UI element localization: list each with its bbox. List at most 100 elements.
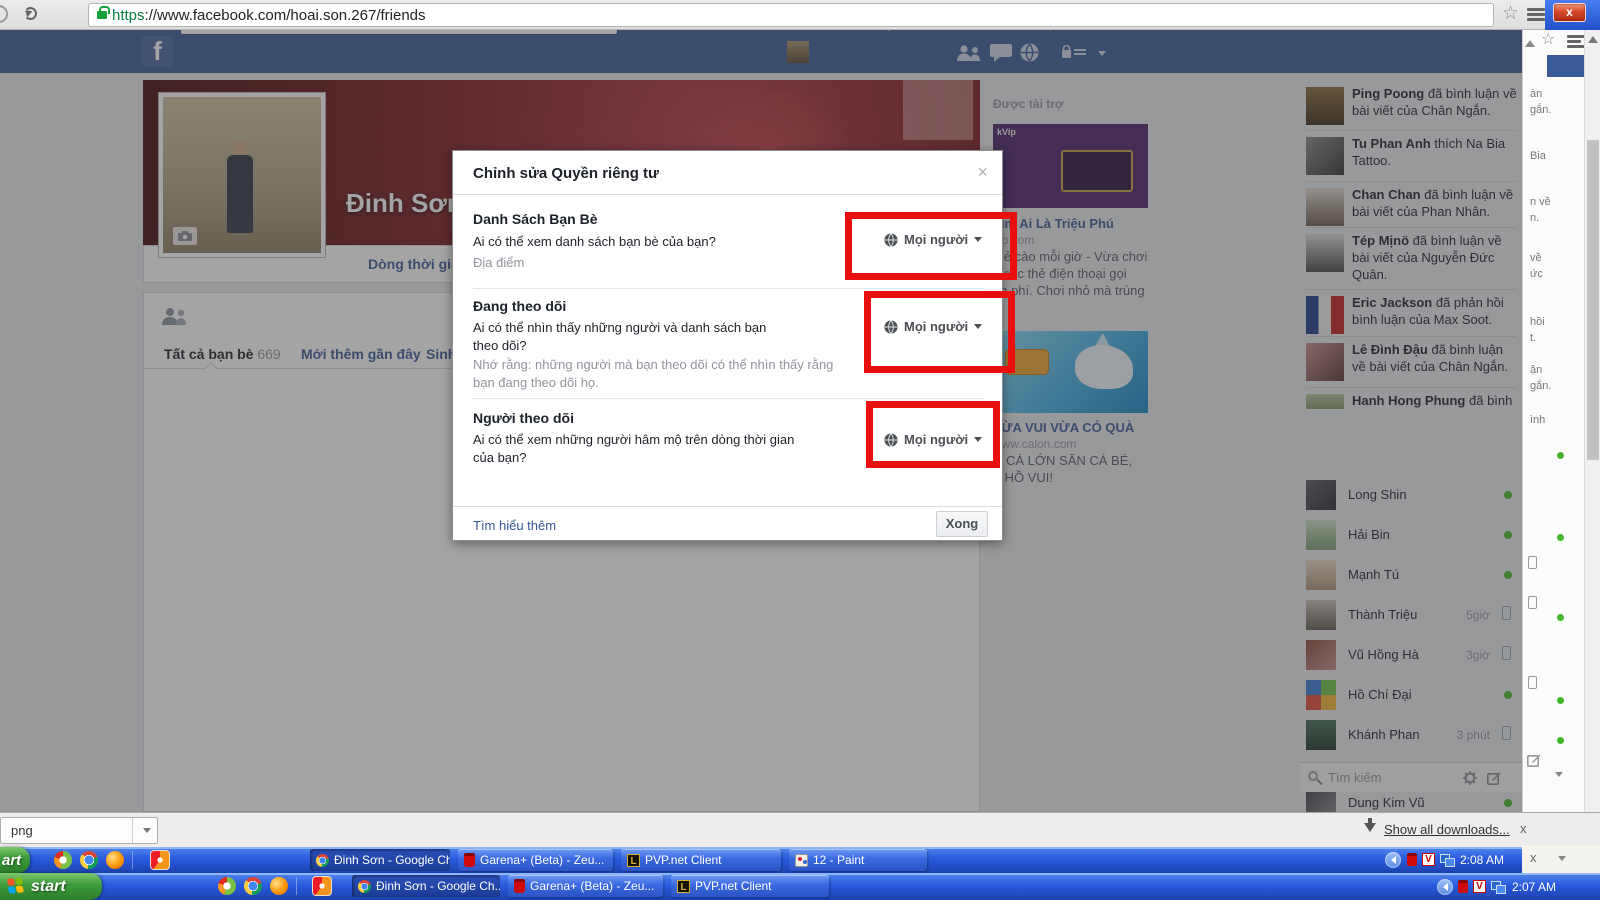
taskbar-task[interactable]: Garena+ (Beta) - Zeu...	[508, 875, 663, 897]
mobile-icon	[1528, 556, 1537, 569]
close-icon[interactable]: ×	[977, 162, 988, 183]
chrome-icon	[316, 854, 329, 867]
navbar-fragment	[1547, 55, 1585, 77]
browser-toolbar: https://www.facebook.com/hoai.son.267/fr…	[0, 0, 1600, 30]
learn-more-link[interactable]: Tìm hiểu thêm	[473, 518, 556, 533]
annotation-rectangle	[866, 401, 1000, 468]
download-item[interactable]: png	[0, 817, 158, 844]
setting-question: Ai có thể xem danh sách bạn bè của bạn?	[473, 234, 716, 249]
tray-network-icon[interactable]	[1491, 881, 1505, 892]
windows-logo-icon	[7, 877, 26, 896]
tray-v-icon[interactable]: V	[1473, 880, 1486, 893]
divider	[473, 398, 984, 399]
url-bar[interactable]: https://www.facebook.com/hoai.son.267/fr…	[88, 3, 1494, 27]
show-all-downloads-link[interactable]: Show all downloads...	[1384, 822, 1510, 837]
online-dot	[1557, 737, 1564, 744]
setting-heading: Người theo dõi	[473, 410, 574, 426]
scroll-up-icon	[1525, 40, 1535, 47]
lock-icon	[97, 11, 107, 19]
done-button[interactable]: Xong	[936, 511, 988, 537]
clock: 2:08 AM	[1460, 853, 1504, 867]
taskbar-task[interactable]: LPVP.net Client	[671, 875, 829, 897]
modal-title: Chỉnh sửa Quyền riêng tư	[473, 165, 659, 182]
text-fragment: về	[1530, 252, 1542, 264]
window-titlebar-corner: x	[1545, 0, 1600, 30]
pvpnet-icon: L	[677, 880, 690, 893]
url-text: ://www.facebook.com/hoai.son.267/friends	[145, 7, 426, 24]
garena-icon	[464, 853, 475, 867]
chrome-icon	[358, 880, 371, 893]
text-fragment: t.	[1530, 332, 1536, 344]
mobile-icon	[1528, 596, 1537, 609]
clock: 2:07 AM	[1512, 880, 1556, 894]
background-taskbar: art Đinh Sơn - Google Ch... Garena+ (Bet…	[0, 847, 1522, 873]
text-fragment: ình	[1530, 414, 1545, 426]
scrollbar-thumb[interactable]	[1587, 140, 1599, 460]
chrome-icon	[80, 851, 98, 869]
bookmark-star-icon[interactable]: ☆	[1502, 4, 1519, 23]
firefox-icon[interactable]	[270, 877, 288, 895]
tray-network-icon	[1440, 854, 1454, 865]
download-arrow-icon	[1364, 823, 1376, 832]
text-fragment: Bia	[1530, 150, 1546, 162]
close-icon[interactable]: x	[1520, 821, 1527, 836]
reload-icon[interactable]	[24, 7, 37, 20]
text-fragment: ận	[1530, 364, 1542, 376]
close-icon: x	[1530, 850, 1537, 865]
text-fragment: n về	[1530, 196, 1551, 208]
setting-note: Địa điểm	[473, 255, 524, 270]
divider	[132, 818, 133, 843]
chrome-icon[interactable]	[244, 877, 262, 895]
garena-plus-icon	[150, 850, 170, 870]
setting-heading: Đang theo dõi	[473, 298, 566, 314]
screen: https://www.facebook.com/hoai.son.267/fr…	[0, 0, 1600, 900]
taskbar: start Đinh Sơn - Google Ch... Garena+ (B…	[0, 873, 1600, 900]
garena-plus-icon[interactable]	[312, 876, 332, 896]
setting-question: Ai có thể nhìn thấy những người và danh …	[473, 320, 766, 335]
taskbar-task[interactable]: Đinh Sơn - Google Ch...	[352, 875, 500, 897]
window-close-button[interactable]: x	[1553, 3, 1586, 22]
tray-garena-icon[interactable]	[1458, 880, 1468, 893]
online-dot	[1557, 614, 1564, 621]
setting-note: bạn đang theo dõi họ.	[473, 375, 599, 390]
taskbar-task: LPVP.net Client	[621, 849, 781, 871]
text-fragment: gắn.	[1530, 380, 1551, 392]
scroll-up-icon[interactable]	[1588, 36, 1598, 43]
modal-footer: Tìm hiểu thêm Xong	[453, 506, 1002, 542]
annotation-rectangle	[864, 291, 1015, 373]
garena-icon	[514, 879, 525, 893]
divider	[296, 877, 297, 895]
text-fragment: ức	[1530, 268, 1543, 280]
download-bar: png Show all downloads... x	[0, 812, 1600, 847]
paint-icon	[795, 854, 808, 867]
tray-chevron-icon[interactable]	[1437, 879, 1453, 895]
caret-down-icon	[1555, 772, 1563, 777]
garena-icon	[54, 851, 72, 869]
modal-header: Chỉnh sửa Quyền riêng tư ×	[453, 151, 1002, 195]
caret-down-icon[interactable]	[143, 828, 151, 833]
start-button: art	[0, 847, 30, 873]
mobile-icon	[1528, 676, 1537, 689]
taskbar-task: 12 - Paint	[789, 849, 927, 871]
browser-menu-icon	[1567, 40, 1581, 43]
setting-note: Nhớ rằng: những người mà bạn theo dõi có…	[473, 357, 833, 372]
text-fragment: n.	[1530, 212, 1539, 224]
text-fragment: hồi	[1530, 316, 1545, 328]
bookmark-star-icon: ☆	[1541, 32, 1555, 48]
start-button[interactable]: start	[0, 873, 102, 900]
setting-question: của bạn?	[473, 450, 527, 465]
compose-icon	[1527, 753, 1541, 767]
tray-chevron-icon	[1385, 852, 1401, 868]
scrollbar[interactable]	[1584, 30, 1600, 812]
back-button-icon[interactable]	[0, 5, 8, 23]
caret-down-icon	[1558, 856, 1566, 861]
tray-garena-icon	[1407, 853, 1417, 866]
browser-menu-icon[interactable]	[1527, 13, 1545, 16]
divider	[132, 851, 133, 869]
background-window-edge: ☆ àn gắn. Bia n về n. về ức hồi t. ận gắ…	[1522, 30, 1584, 812]
online-dot	[1557, 452, 1564, 459]
setting-question: Ai có thể xem những người hâm mộ trên dò…	[473, 432, 794, 447]
garena-icon[interactable]	[218, 877, 236, 895]
url-scheme: https	[112, 7, 145, 24]
tray-v-icon: V	[1422, 853, 1435, 866]
